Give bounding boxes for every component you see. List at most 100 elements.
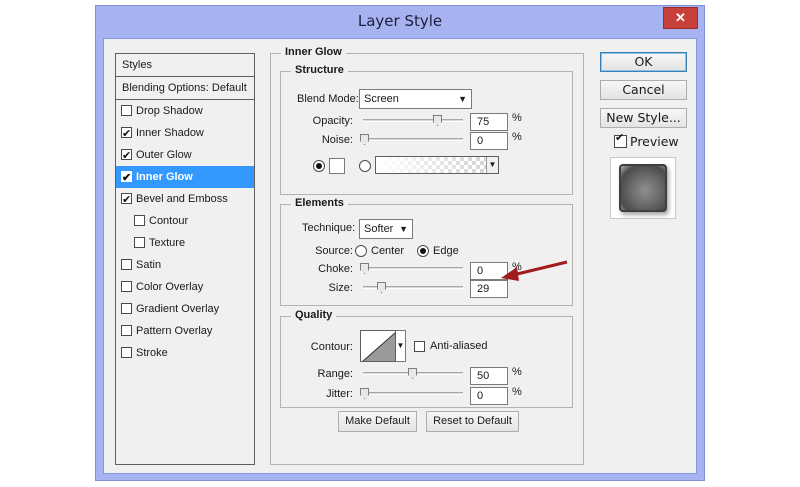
style-item-label: Satin	[136, 259, 162, 271]
style-checkbox[interactable]	[121, 281, 132, 292]
style-checkbox[interactable]	[121, 303, 132, 314]
style-item-satin[interactable]: Satin	[116, 254, 254, 276]
style-item-label: Stroke	[136, 347, 168, 359]
structure-title: Structure	[291, 64, 348, 76]
choke-slider-thumb[interactable]	[360, 263, 369, 274]
technique-label: Technique:	[302, 222, 356, 234]
jitter-slider-thumb[interactable]	[360, 388, 369, 399]
size-slider-thumb[interactable]	[377, 282, 386, 293]
choke-slider[interactable]	[363, 267, 463, 270]
style-item-label: Contour	[149, 215, 189, 227]
annotation-arrow-icon	[501, 260, 568, 281]
close-button[interactable]: ✕	[663, 7, 698, 29]
elements-title: Elements	[291, 197, 348, 209]
anti-aliased-checkbox[interactable]	[414, 341, 425, 352]
chevron-down-icon[interactable]: ▼	[486, 157, 498, 173]
ok-button[interactable]: OK	[600, 52, 687, 72]
glow-gradient-picker[interactable]: ▼	[375, 156, 499, 174]
blending-options-item[interactable]: Blending Options: Default	[116, 77, 254, 99]
quality-title: Quality	[291, 309, 337, 321]
layer-style-dialog: Layer Style ✕ Styles Blending Options: D…	[95, 5, 705, 481]
style-checkbox[interactable]	[121, 347, 132, 358]
style-checkbox[interactable]	[121, 145, 132, 167]
style-preview	[610, 157, 676, 219]
style-item-label: Inner Glow	[136, 171, 193, 183]
jitter-input[interactable]: 0	[470, 387, 508, 405]
dialog-body: Styles Blending Options: Default Drop Sh…	[103, 38, 697, 474]
source-edge-radio[interactable]	[417, 245, 429, 257]
new-style-button[interactable]: New Style...	[600, 108, 687, 128]
style-item-label: Gradient Overlay	[136, 303, 220, 315]
technique-select[interactable]: Softer ▼	[359, 219, 413, 239]
jitter-label: Jitter:	[326, 388, 353, 400]
anti-aliased-label: Anti-aliased	[430, 340, 488, 352]
opacity-input[interactable]: 75	[470, 113, 508, 131]
technique-value: Softer	[364, 223, 394, 235]
reset-to-default-button[interactable]: Reset to Default	[426, 411, 519, 432]
jitter-slider[interactable]	[363, 392, 463, 395]
style-checkbox[interactable]	[134, 215, 145, 226]
style-item-gradient-overlay[interactable]: Gradient Overlay	[116, 298, 254, 320]
noise-label: Noise:	[321, 134, 353, 146]
style-item-inner-shadow[interactable]: Inner Shadow	[116, 122, 254, 145]
jitter-percent: %	[512, 386, 522, 398]
make-default-button[interactable]: Make Default	[338, 411, 417, 432]
style-item-pattern-overlay[interactable]: Pattern Overlay	[116, 320, 254, 342]
chevron-down-icon[interactable]: ▼	[396, 330, 406, 362]
preview-label: Preview	[630, 134, 679, 149]
style-item-label: Bevel and Emboss	[136, 193, 228, 205]
source-edge-label: Edge	[433, 245, 459, 257]
style-checkbox[interactable]	[121, 259, 132, 270]
glow-color-swatch[interactable]	[329, 158, 345, 174]
style-checkbox[interactable]	[121, 167, 132, 189]
source-center-label: Center	[371, 245, 405, 257]
range-input[interactable]: 50	[470, 367, 508, 385]
opacity-slider-thumb[interactable]	[433, 115, 442, 126]
style-item-contour[interactable]: Contour	[116, 210, 254, 232]
range-label: Range:	[317, 368, 353, 380]
source-center-radio[interactable]	[355, 245, 367, 257]
gradient-fill-radio[interactable]	[359, 160, 371, 172]
color-fill-radio[interactable]	[313, 160, 325, 172]
style-checkbox[interactable]	[134, 237, 145, 248]
quality-group: Quality Contour: ▼ Anti-aliased Range: 5…	[280, 309, 573, 408]
style-item-label: Color Overlay	[136, 281, 204, 293]
style-item-stroke[interactable]: Stroke	[116, 342, 254, 364]
contour-label: Contour:	[310, 341, 353, 353]
style-checkbox[interactable]	[121, 105, 132, 116]
styles-header[interactable]: Styles	[116, 54, 254, 76]
range-percent: %	[512, 366, 522, 378]
style-item-label: Texture	[149, 237, 186, 249]
styles-list: Styles Blending Options: Default Drop Sh…	[115, 53, 255, 465]
noise-slider-thumb[interactable]	[360, 134, 369, 145]
preview-checkbox[interactable]	[614, 131, 627, 148]
blend-mode-value: Screen	[364, 93, 399, 105]
noise-slider[interactable]	[363, 138, 463, 141]
choke-label: Choke:	[318, 263, 353, 275]
contour-picker[interactable]	[360, 330, 396, 362]
style-item-label: Drop Shadow	[136, 105, 203, 117]
blend-mode-select[interactable]: Screen ▼	[359, 89, 472, 109]
cancel-button[interactable]: Cancel	[600, 80, 687, 100]
style-item-inner-glow[interactable]: Inner Glow	[116, 166, 254, 189]
linear-contour-icon	[362, 332, 395, 361]
style-checkbox[interactable]	[121, 189, 132, 211]
style-item-texture[interactable]: Texture	[116, 232, 254, 254]
noise-input[interactable]: 0	[470, 132, 508, 150]
title-bar[interactable]: Layer Style ✕	[96, 6, 704, 38]
noise-percent: %	[512, 131, 522, 143]
blend-mode-label: Blend Mode:	[297, 93, 359, 105]
chevron-down-icon: ▼	[458, 94, 467, 104]
opacity-slider[interactable]	[363, 119, 463, 122]
style-item-bevel-and-emboss[interactable]: Bevel and Emboss	[116, 188, 254, 211]
style-item-label: Inner Shadow	[136, 127, 204, 139]
range-slider-thumb[interactable]	[408, 368, 417, 379]
style-checkbox[interactable]	[121, 325, 132, 336]
opacity-percent: %	[512, 112, 522, 124]
style-item-outer-glow[interactable]: Outer Glow	[116, 144, 254, 167]
structure-group: Structure Blend Mode: Screen ▼ Opacity: …	[280, 64, 573, 195]
style-item-color-overlay[interactable]: Color Overlay	[116, 276, 254, 298]
style-item-drop-shadow[interactable]: Drop Shadow	[116, 100, 254, 122]
style-checkbox[interactable]	[121, 123, 132, 145]
source-label: Source:	[315, 245, 353, 257]
